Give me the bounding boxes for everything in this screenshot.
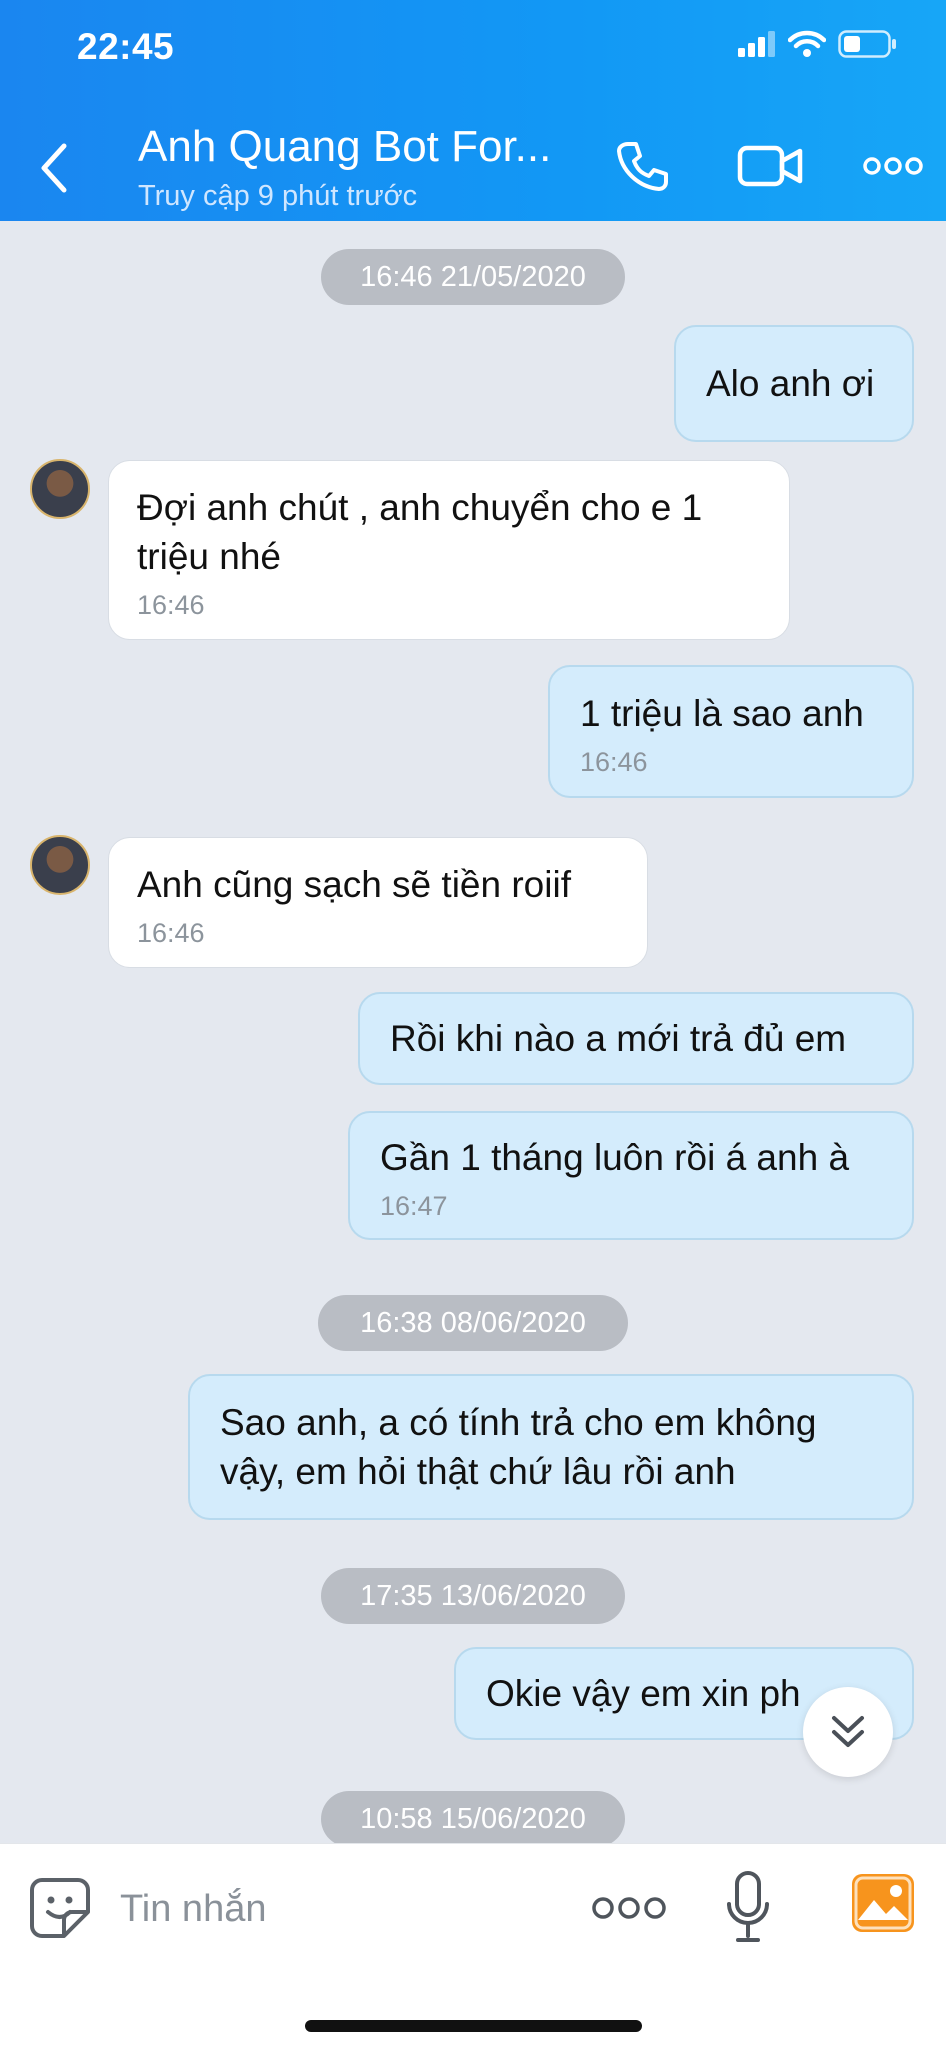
date-separator: 10:58 15/06/2020 bbox=[321, 1791, 625, 1843]
call-button[interactable] bbox=[612, 134, 672, 198]
date-separator: 16:46 21/05/2020 bbox=[321, 249, 625, 305]
last-seen-status: Truy cập 9 phút trước bbox=[138, 180, 418, 212]
status-icons bbox=[738, 30, 898, 58]
contact-avatar[interactable] bbox=[30, 835, 90, 895]
scroll-to-bottom-button[interactable] bbox=[803, 1687, 893, 1777]
wifi-icon bbox=[788, 30, 826, 57]
message-composer bbox=[0, 1843, 946, 2048]
message-text: Sao anh, a có tính trả cho em không vậy,… bbox=[220, 1402, 817, 1492]
date-separator: 16:38 08/06/2020 bbox=[318, 1295, 628, 1351]
image-gallery-icon bbox=[852, 1874, 914, 1932]
message-list[interactable]: 16:46 21/05/2020 Alo anh ơi Đợi anh chút… bbox=[0, 221, 946, 1843]
cellular-signal-icon bbox=[738, 31, 775, 57]
message-time: 16:46 bbox=[137, 918, 205, 948]
message-time: 16:46 bbox=[580, 747, 648, 777]
message-text: Rồi khi nào a mới trả đủ em bbox=[390, 1018, 847, 1059]
more-options-button[interactable] bbox=[862, 134, 924, 198]
contact-avatar[interactable] bbox=[30, 459, 90, 519]
message-time: 16:47 bbox=[380, 1191, 448, 1221]
message-time: 16:46 bbox=[137, 590, 205, 620]
chat-screen: 22:45 Anh Quang Bot For... Truy cập 9 ph… bbox=[0, 0, 946, 2048]
message-bubble-outgoing[interactable]: Gần 1 tháng luôn rồi á anh à 16:47 bbox=[348, 1111, 914, 1240]
more-dots-icon bbox=[592, 1897, 666, 1919]
home-indicator[interactable] bbox=[305, 2020, 642, 2032]
status-time: 22:45 bbox=[77, 26, 175, 67]
video-call-button[interactable] bbox=[736, 134, 804, 198]
message-bubble-outgoing[interactable]: Rồi khi nào a mới trả đủ em bbox=[358, 992, 914, 1085]
contact-name[interactable]: Anh Quang Bot For... bbox=[138, 122, 551, 172]
message-text: 1 triệu là sao anh bbox=[580, 693, 864, 734]
battery-icon bbox=[838, 30, 896, 58]
microphone-icon bbox=[727, 1871, 769, 1942]
send-image-button[interactable] bbox=[852, 1874, 914, 1932]
back-chevron-icon bbox=[41, 143, 67, 193]
message-bubble-outgoing[interactable]: 1 triệu là sao anh 16:46 bbox=[548, 665, 914, 798]
message-text: Anh cũng sạch sẽ tiền roiif bbox=[137, 864, 571, 905]
double-chevron-down-icon bbox=[832, 1716, 864, 1747]
message-input[interactable] bbox=[120, 1874, 560, 1944]
message-text: Gần 1 tháng luôn rồi á anh à bbox=[380, 1137, 850, 1178]
phone-icon bbox=[617, 142, 668, 191]
message-bubble-incoming[interactable]: Anh cũng sạch sẽ tiền roiif 16:46 bbox=[108, 837, 648, 968]
message-bubble-outgoing[interactable]: Alo anh ơi bbox=[674, 325, 914, 442]
message-text: Đợi anh chút , anh chuyển cho e 1 triệu … bbox=[137, 487, 703, 577]
more-dots-icon bbox=[863, 157, 923, 175]
message-bubble-incoming[interactable]: Đợi anh chút , anh chuyển cho e 1 triệu … bbox=[108, 460, 790, 640]
message-bubble-outgoing[interactable]: Sao anh, a có tính trả cho em không vậy,… bbox=[188, 1374, 914, 1520]
voice-message-button[interactable] bbox=[726, 1870, 770, 1946]
date-separator: 17:35 13/06/2020 bbox=[321, 1568, 625, 1624]
more-actions-button[interactable] bbox=[592, 1888, 666, 1928]
message-text: Alo anh ơi bbox=[706, 363, 875, 404]
chat-header: 22:45 Anh Quang Bot For... Truy cập 9 ph… bbox=[0, 0, 946, 221]
emoji-sticker-icon bbox=[30, 1878, 90, 1938]
video-camera-icon bbox=[737, 145, 803, 187]
back-button[interactable] bbox=[30, 138, 78, 198]
emoji-button[interactable] bbox=[28, 1876, 92, 1940]
